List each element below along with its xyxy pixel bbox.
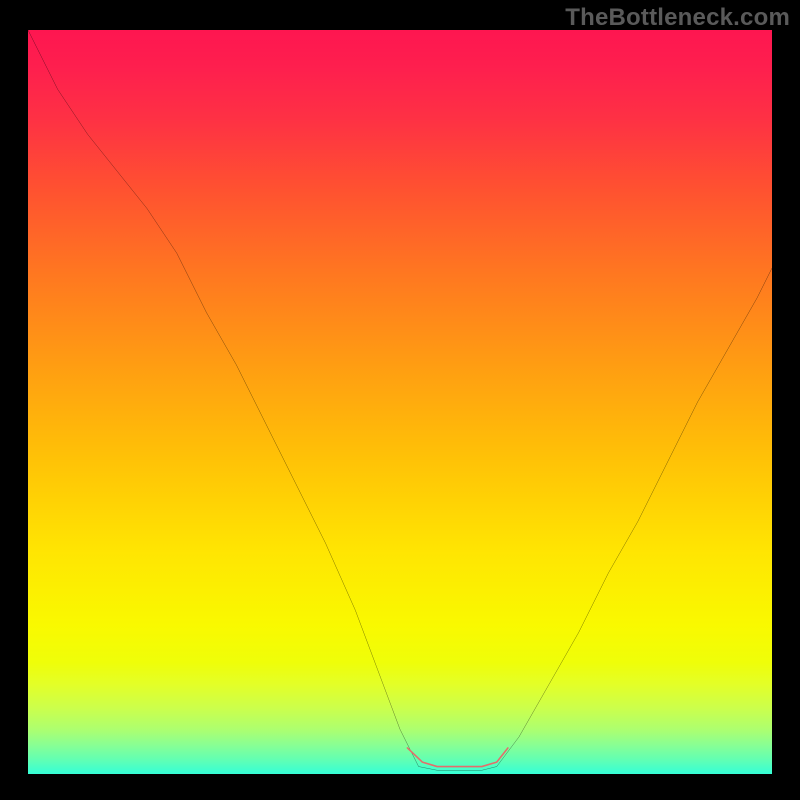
highlight-segment [407,748,507,767]
plot-area [28,30,772,774]
chart-frame: TheBottleneck.com [0,0,800,800]
watermark-text: TheBottleneck.com [565,4,790,32]
bottleneck-left-curve [28,30,419,767]
bottleneck-right-curve [497,268,772,766]
curve-svg [28,30,772,774]
